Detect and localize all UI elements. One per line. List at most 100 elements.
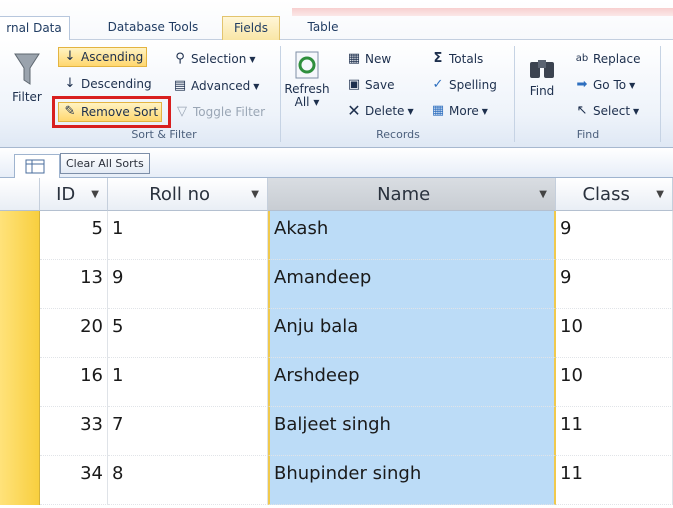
cell-class[interactable]: 9: [556, 211, 673, 260]
cell-class[interactable]: 10: [556, 358, 673, 407]
replace-label: Replace: [593, 52, 641, 66]
column-label: Roll no: [149, 183, 211, 205]
refresh-icon: [295, 51, 319, 79]
group-label-find: Find: [576, 128, 600, 141]
cell-name[interactable]: Akash: [268, 211, 556, 260]
filter-button[interactable]: Filter: [6, 48, 48, 104]
column-header-name[interactable]: Name ▼: [268, 178, 556, 211]
cell-id[interactable]: 34: [40, 456, 108, 505]
cell-name[interactable]: Arshdeep: [268, 358, 556, 407]
toggle-filter-icon: ▽: [177, 104, 187, 119]
cursor-icon: ↖: [576, 103, 588, 118]
funnel-icon: [14, 53, 40, 85]
document-tab[interactable]: [14, 154, 60, 178]
chevron-down-icon[interactable]: ▼: [251, 189, 267, 200]
cell-name[interactable]: Amandeep: [268, 260, 556, 309]
cell-class[interactable]: 11: [556, 407, 673, 456]
chevron-down-icon[interactable]: ▼: [656, 189, 672, 200]
select-button[interactable]: ↖ Select ▼: [574, 103, 640, 119]
descending-label: Descending: [81, 77, 152, 91]
table-more-icon: ▦: [431, 103, 445, 118]
spelling-button[interactable]: ✓ Spelling: [430, 77, 497, 93]
refresh-all-button[interactable]: Refresh All ▾: [284, 50, 330, 109]
replace-button[interactable]: ab Replace: [574, 51, 641, 67]
row-selector[interactable]: [0, 211, 40, 260]
cell-id[interactable]: 13: [40, 260, 108, 309]
arrow-right-icon: ➡: [576, 77, 588, 92]
row-selector[interactable]: [0, 456, 40, 505]
goto-label: Go To: [593, 78, 627, 92]
cell-roll-no[interactable]: 1: [108, 211, 268, 260]
tab-external-data[interactable]: rnal Data: [0, 16, 70, 41]
cell-class[interactable]: 10: [556, 309, 673, 358]
select-all-corner[interactable]: [0, 178, 40, 211]
context-tab-band: [292, 8, 673, 16]
group-label-records: Records: [376, 128, 420, 141]
cell-name[interactable]: Baljeet singh: [268, 407, 556, 456]
highlight-box: [52, 96, 171, 128]
cell-id[interactable]: 5: [40, 211, 108, 260]
sort-ascending-icon: ↓: [64, 49, 76, 64]
cell-name[interactable]: Anju bala: [268, 309, 556, 358]
ascending-button[interactable]: ↓ Ascending: [58, 47, 148, 67]
ribbon-tab-strip: rnal Data Database Tools Fields Table: [0, 0, 673, 41]
column-header-roll-no[interactable]: Roll no ▼: [108, 178, 268, 211]
chevron-down-icon: ▼: [629, 80, 636, 90]
ribbon: Filter ↓ Ascending ↓ Descending ✎ Remove…: [0, 40, 673, 148]
ascending-label: Ascending: [81, 50, 144, 64]
row-selector[interactable]: [0, 358, 40, 407]
save-record-button[interactable]: ▣ Save: [346, 77, 395, 93]
row-selector[interactable]: [0, 309, 40, 358]
cell-id[interactable]: 16: [40, 358, 108, 407]
sort-descending-icon: ↓: [64, 76, 76, 91]
chevron-down-icon: ▼: [253, 81, 260, 91]
delete-label: Delete: [365, 104, 405, 118]
toggle-filter-label: Toggle Filter: [193, 105, 266, 119]
delete-record-button[interactable]: ✕ Delete ▼: [346, 103, 413, 119]
selection-label: Selection: [191, 52, 247, 66]
totals-button[interactable]: Σ Totals: [430, 51, 484, 67]
save-label: Save: [365, 78, 395, 92]
cell-class[interactable]: 11: [556, 456, 673, 505]
cell-id[interactable]: 20: [40, 309, 108, 358]
group-separator: [280, 46, 281, 142]
chevron-down-icon: ▼: [249, 54, 256, 64]
cell-name[interactable]: Bhupinder singh: [268, 456, 556, 505]
find-label: Find: [529, 84, 555, 98]
spelling-label: Spelling: [449, 78, 497, 92]
more-button[interactable]: ▦ More ▼: [430, 103, 488, 119]
cell-roll-no[interactable]: 5: [108, 309, 268, 358]
cell-roll-no[interactable]: 9: [108, 260, 268, 309]
save-icon: ▣: [347, 77, 361, 92]
row-selector[interactable]: [0, 260, 40, 309]
cell-roll-no[interactable]: 8: [108, 456, 268, 505]
chevron-down-icon: ▼: [481, 106, 488, 116]
column-label: Name: [377, 183, 431, 205]
sigma-icon: Σ: [433, 51, 443, 66]
toggle-filter-button[interactable]: ▽ Toggle Filter: [174, 104, 265, 120]
chevron-down-icon[interactable]: ▼: [91, 189, 107, 200]
group-label-sort-filter: Sort & Filter: [131, 128, 197, 141]
selection-button[interactable]: ⚲ Selection ▼: [172, 51, 255, 67]
datasheet: ID ▼ Roll no ▼ Name ▼ Class ▼ 5 1 Akash 9 13…: [0, 178, 673, 508]
find-button[interactable]: Find: [522, 52, 562, 98]
goto-button[interactable]: ➡ Go To ▼: [574, 77, 636, 93]
tooltip: Clear All Sorts: [60, 153, 150, 174]
row-selector[interactable]: [0, 407, 40, 456]
cell-id[interactable]: 33: [40, 407, 108, 456]
descending-button[interactable]: ↓ Descending: [62, 76, 152, 92]
selection-filter-icon: ⚲: [175, 51, 185, 66]
advanced-button[interactable]: ▤ Advanced ▼: [172, 78, 260, 94]
totals-label: Totals: [449, 52, 484, 66]
tab-fields[interactable]: Fields: [222, 16, 280, 40]
tab-table[interactable]: Table: [296, 16, 350, 40]
cell-roll-no[interactable]: 1: [108, 358, 268, 407]
tab-database-tools[interactable]: Database Tools: [98, 16, 208, 40]
new-label: New: [365, 52, 392, 66]
cell-roll-no[interactable]: 7: [108, 407, 268, 456]
column-header-id[interactable]: ID ▼: [40, 178, 108, 211]
sort-indicator-icon[interactable]: ▼: [539, 189, 555, 200]
cell-class[interactable]: 9: [556, 260, 673, 309]
new-record-button[interactable]: ▦ New: [346, 51, 391, 67]
column-header-class[interactable]: Class ▼: [556, 178, 673, 211]
